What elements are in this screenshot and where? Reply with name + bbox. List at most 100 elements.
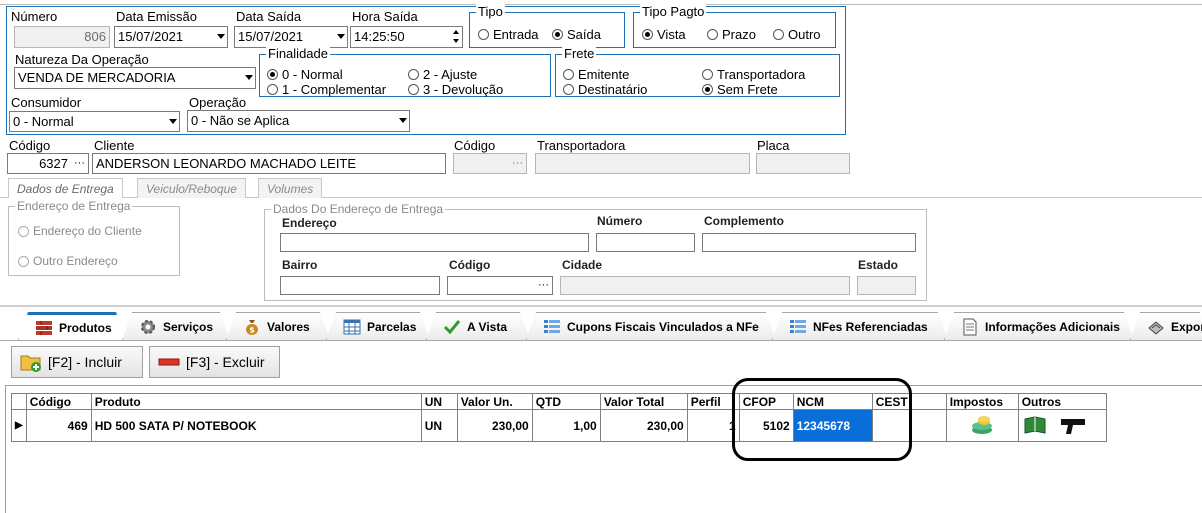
table-row[interactable]: ▶ 469 HD 500 SATA P/ NOTEBOOK UN 230,00 … bbox=[11, 409, 1107, 442]
tab-nfes-referenciadas[interactable]: NFes Referenciadas bbox=[772, 312, 948, 340]
radio-button[interactable] bbox=[408, 84, 419, 95]
cliente-field[interactable]: ANDERSON LEONARDO MACHADO LEITE bbox=[92, 153, 446, 174]
col-header[interactable]: Valor Un. bbox=[456, 393, 533, 410]
radio-button[interactable] bbox=[267, 69, 278, 80]
endereco-field[interactable] bbox=[280, 233, 589, 252]
col-header[interactable]: QTD bbox=[531, 393, 601, 410]
bairro-field[interactable] bbox=[280, 276, 440, 295]
radio-outro-endereco[interactable]: Outro Endereço bbox=[18, 254, 118, 268]
complemento-field[interactable] bbox=[702, 233, 916, 252]
codigo-cliente-label: Código bbox=[9, 138, 51, 153]
radio-outro[interactable]: Outro bbox=[773, 27, 821, 42]
row-indicator[interactable]: ▶ bbox=[11, 409, 27, 442]
radio-saida[interactable]: Saída bbox=[552, 27, 601, 42]
col-header[interactable]: UN bbox=[420, 393, 458, 410]
cidade-field[interactable] bbox=[560, 276, 850, 295]
radio-button[interactable] bbox=[18, 225, 29, 237]
chevron-down-icon[interactable] bbox=[399, 118, 407, 123]
radio-button[interactable] bbox=[267, 84, 278, 95]
tab-valores[interactable]: $ Valores bbox=[226, 312, 330, 340]
radio-button[interactable] bbox=[563, 84, 574, 95]
cell-un[interactable]: UN bbox=[420, 409, 458, 442]
cell-qtd[interactable]: 1,00 bbox=[531, 409, 601, 442]
tab-exportar[interactable]: Expor bbox=[1130, 312, 1202, 340]
book-icon[interactable] bbox=[1022, 415, 1048, 437]
codigo-transp-field[interactable]: ··· bbox=[453, 153, 527, 174]
radio-button[interactable] bbox=[552, 29, 563, 40]
tab-veiculo-reboque[interactable]: Veiculo/Reboque bbox=[137, 178, 246, 198]
radio-vista[interactable]: Vista bbox=[642, 27, 686, 42]
tab-a-vista[interactable]: A Vista bbox=[426, 312, 530, 340]
radio-label: Saída bbox=[567, 27, 601, 42]
cell-produto[interactable]: HD 500 SATA P/ NOTEBOOK bbox=[90, 409, 422, 442]
pistol-icon[interactable] bbox=[1059, 415, 1089, 437]
radio-button[interactable] bbox=[707, 29, 718, 40]
radio-prazo[interactable]: Prazo bbox=[707, 27, 756, 42]
tipo-pagto-group: Tipo Pagto Vista Prazo Outro bbox=[633, 4, 836, 48]
radio-button[interactable] bbox=[702, 84, 713, 95]
radio-button[interactable] bbox=[642, 29, 653, 40]
tab-servicos[interactable]: Serviços bbox=[122, 312, 230, 340]
radio-entrada[interactable]: Entrada bbox=[478, 27, 539, 42]
codigo-cliente-field[interactable]: 6327 ··· bbox=[7, 153, 89, 174]
cell-valor-un[interactable]: 230,00 bbox=[456, 409, 533, 442]
chevron-down-icon[interactable] bbox=[337, 34, 345, 39]
cell-codigo[interactable]: 469 bbox=[25, 409, 92, 442]
col-header[interactable]: Produto bbox=[90, 393, 422, 410]
radio-sem-frete[interactable]: Sem Frete bbox=[702, 82, 778, 97]
radio-button[interactable] bbox=[563, 69, 574, 80]
placa-field[interactable] bbox=[756, 153, 850, 174]
tipo-title: Tipo bbox=[476, 4, 505, 20]
cell-valor-total[interactable]: 230,00 bbox=[599, 409, 688, 442]
tab-produtos[interactable]: Produtos bbox=[18, 312, 126, 340]
transportadora-field[interactable] bbox=[535, 153, 750, 174]
data-emissao-picker[interactable]: 15/07/2021 bbox=[114, 26, 228, 48]
col-header[interactable]: Outros bbox=[1017, 393, 1107, 410]
col-header[interactable]: Código bbox=[25, 393, 92, 410]
consumidor-select[interactable]: 0 - Normal bbox=[9, 111, 180, 132]
chevron-down-icon[interactable] bbox=[169, 119, 177, 124]
cell-outros[interactable] bbox=[1017, 409, 1107, 442]
chevron-down-icon[interactable] bbox=[245, 75, 253, 80]
radio-button[interactable] bbox=[408, 69, 419, 80]
radio-endereco-cliente[interactable]: Endereço do Cliente bbox=[18, 224, 142, 238]
excluir-button[interactable]: [F3] - Excluir bbox=[149, 346, 280, 378]
estado-field[interactable] bbox=[857, 276, 916, 295]
tab-volumes[interactable]: Volumes bbox=[258, 178, 323, 198]
tab-parcelas[interactable]: Parcelas bbox=[326, 312, 430, 340]
lookup-button[interactable]: ··· bbox=[512, 154, 523, 173]
col-header[interactable]: Valor Total bbox=[599, 393, 688, 410]
radio-button[interactable] bbox=[702, 69, 713, 80]
radio-normal[interactable]: 0 - Normal bbox=[267, 67, 343, 82]
operacao-select[interactable]: 0 - Não se Aplica bbox=[187, 110, 410, 132]
lookup-button[interactable]: ··· bbox=[74, 154, 85, 173]
numero-endereco-field[interactable] bbox=[596, 233, 695, 252]
col-header[interactable]: Impostos bbox=[945, 393, 1019, 410]
codigo-cidade-field[interactable]: ··· bbox=[447, 276, 553, 295]
tab-cupons-fiscais[interactable]: Cupons Fiscais Vinculados a NFe bbox=[526, 312, 776, 340]
radio-emitente[interactable]: Emitente bbox=[563, 67, 629, 82]
numero-field[interactable]: 806 bbox=[14, 26, 110, 48]
row-indicator-header bbox=[11, 393, 27, 410]
lookup-button[interactable]: ··· bbox=[538, 277, 549, 294]
spinner-up-icon[interactable] bbox=[453, 30, 459, 34]
coins-icon[interactable] bbox=[969, 413, 995, 435]
chevron-down-icon[interactable] bbox=[217, 34, 225, 39]
hora-saida-spinner[interactable]: 14:25:50 bbox=[350, 26, 463, 48]
radio-devolucao[interactable]: 3 - Devolução bbox=[408, 82, 503, 97]
tab-informacoes-adicionais[interactable]: Informações Adicionais bbox=[944, 312, 1134, 340]
tab-label: NFes Referenciadas bbox=[813, 319, 928, 334]
incluir-button[interactable]: [F2] - Incluir bbox=[11, 346, 143, 378]
radio-ajuste[interactable]: 2 - Ajuste bbox=[408, 67, 477, 82]
radio-button[interactable] bbox=[18, 255, 29, 267]
radio-button[interactable] bbox=[478, 29, 489, 40]
radio-button[interactable] bbox=[773, 29, 784, 40]
spinner-down-icon[interactable] bbox=[453, 39, 459, 43]
radio-complementar[interactable]: 1 - Complementar bbox=[267, 82, 386, 97]
natureza-select[interactable]: VENDA DE MERCADORIA bbox=[14, 67, 256, 89]
radio-destinatario[interactable]: Destinatário bbox=[563, 82, 647, 97]
tab-dados-entrega[interactable]: Dados de Entrega bbox=[8, 178, 123, 198]
data-saida-picker[interactable]: 15/07/2021 bbox=[234, 26, 348, 48]
cell-impostos[interactable] bbox=[945, 409, 1019, 442]
radio-transportadora[interactable]: Transportadora bbox=[702, 67, 805, 82]
